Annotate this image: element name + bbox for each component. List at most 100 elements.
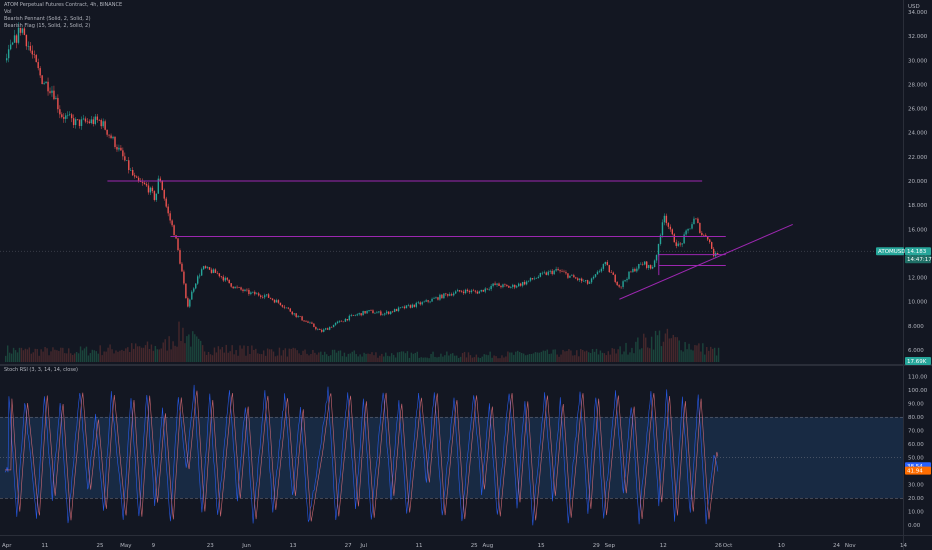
volume-bar bbox=[345, 356, 348, 362]
volume-bar bbox=[69, 353, 72, 362]
volume-bar bbox=[688, 343, 690, 362]
indicator-volume-label[interactable]: Vol bbox=[4, 9, 11, 16]
volume-bar bbox=[302, 350, 304, 362]
candle-body bbox=[252, 291, 254, 293]
candle-body bbox=[242, 289, 244, 292]
candle-body bbox=[653, 260, 656, 268]
candle-body bbox=[661, 222, 664, 236]
volume-bar bbox=[6, 345, 9, 362]
time-tick-label: 29 bbox=[593, 543, 600, 549]
volume-bar bbox=[196, 336, 198, 362]
volume-bar bbox=[583, 351, 586, 362]
volume-bar bbox=[402, 351, 405, 362]
price-tick-label: 20.000 bbox=[908, 179, 928, 185]
volume-bar bbox=[186, 336, 188, 362]
volume-bar bbox=[357, 356, 359, 362]
candle-body bbox=[47, 81, 49, 92]
candle-body bbox=[618, 285, 620, 287]
candle-body bbox=[632, 269, 634, 273]
candle-body bbox=[393, 309, 396, 313]
candle-body bbox=[651, 267, 654, 269]
candle-body bbox=[545, 272, 547, 275]
volume-bar bbox=[306, 353, 308, 362]
candle-body bbox=[358, 313, 360, 315]
indicator-flag-label[interactable]: Bearish Flag (15, Solid, 2, Solid, 2) bbox=[4, 23, 90, 30]
candle-body bbox=[273, 299, 276, 303]
candle-body bbox=[114, 136, 116, 147]
indicator-pennant-label[interactable]: Bearish Pennant (Solid, 2, Solid, 2) bbox=[4, 16, 91, 23]
candle-body bbox=[116, 146, 118, 150]
candle-body bbox=[480, 289, 482, 292]
price-tick-label: 22.000 bbox=[908, 155, 928, 161]
volume-bar bbox=[160, 348, 162, 362]
volume-bar bbox=[471, 357, 474, 362]
time-tick-label: Jul bbox=[359, 543, 367, 549]
volume-bar bbox=[329, 355, 332, 362]
volume-bar bbox=[294, 348, 296, 362]
volume-bar bbox=[522, 353, 525, 362]
candle-body bbox=[78, 119, 81, 126]
candle-body bbox=[246, 289, 248, 291]
candle-body bbox=[362, 310, 364, 316]
volume-bar bbox=[623, 351, 625, 362]
candle-body bbox=[429, 301, 431, 303]
volume-bar bbox=[223, 352, 225, 362]
candle-body bbox=[90, 119, 93, 123]
volume-bar bbox=[5, 355, 7, 362]
candle-body bbox=[663, 215, 666, 223]
candle-body bbox=[63, 117, 65, 119]
candle-body bbox=[334, 322, 337, 325]
candle-body bbox=[388, 311, 390, 314]
price-axis-border bbox=[903, 0, 904, 550]
volume-bar bbox=[192, 331, 194, 362]
candle-body bbox=[608, 265, 610, 273]
volume-bar bbox=[170, 349, 172, 362]
candle-body bbox=[441, 294, 443, 299]
volume-bar bbox=[113, 353, 115, 362]
candle-body bbox=[541, 272, 544, 274]
volume-bar bbox=[308, 355, 310, 362]
volume-bar bbox=[684, 342, 686, 362]
candle-body bbox=[437, 297, 439, 300]
stoch-rsi-label[interactable]: Stoch RSI (3, 3, 14, 14, close) bbox=[4, 367, 78, 374]
volume-bar bbox=[562, 349, 564, 362]
candle-body bbox=[234, 286, 236, 289]
volume-bar bbox=[591, 349, 594, 362]
time-tick-label: 10 bbox=[778, 543, 785, 549]
time-tick-label: 25 bbox=[471, 543, 478, 549]
volume-bar bbox=[81, 350, 84, 362]
volume-bar bbox=[379, 355, 381, 362]
volume-bar bbox=[587, 352, 590, 362]
volume-bar bbox=[517, 350, 519, 362]
candle-body bbox=[604, 262, 607, 265]
candle-body bbox=[340, 320, 343, 322]
candle-body bbox=[669, 226, 672, 230]
volume-bar bbox=[392, 354, 395, 362]
volume-bar bbox=[359, 354, 361, 362]
candle-body bbox=[346, 319, 349, 321]
stoch-d-tag: 41.94 bbox=[907, 469, 923, 475]
volume-bar bbox=[119, 350, 121, 362]
volume-bar bbox=[264, 355, 267, 362]
candle-body bbox=[494, 283, 496, 285]
volume-bar bbox=[310, 353, 312, 362]
volume-bar bbox=[144, 345, 147, 362]
volume-bar bbox=[335, 352, 338, 362]
volume-bar bbox=[461, 353, 464, 362]
candle-body bbox=[453, 293, 455, 296]
candle-body bbox=[620, 286, 622, 288]
candle-body bbox=[433, 298, 435, 299]
volume-bar bbox=[121, 349, 123, 362]
trading-chart[interactable]: USD34.00032.00030.00028.00026.00024.0002… bbox=[0, 0, 932, 550]
candle-body bbox=[228, 279, 230, 284]
volume-bar bbox=[576, 350, 578, 362]
volume-bar bbox=[162, 342, 164, 362]
candle-body bbox=[35, 54, 37, 63]
volume-bar bbox=[127, 347, 129, 362]
volume-bar bbox=[524, 355, 527, 362]
chart-title[interactable]: ATOM Perpetual Futures Contract, 4h, BIN… bbox=[4, 2, 122, 9]
candle-body bbox=[301, 316, 303, 321]
volume-bar bbox=[56, 350, 58, 362]
volume-bar bbox=[631, 347, 633, 362]
volume-bar bbox=[481, 356, 483, 362]
